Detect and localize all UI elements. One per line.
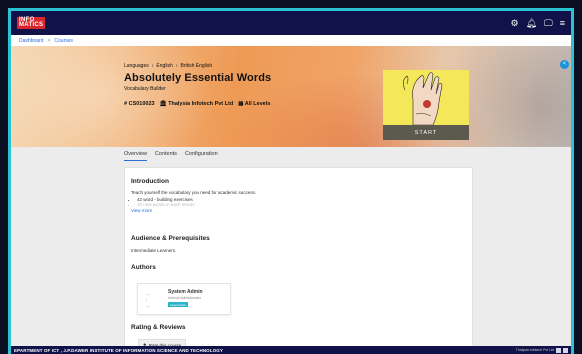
authors-section: Authors bbox=[131, 264, 156, 271]
course-title: Absolutely Essential Words bbox=[124, 72, 272, 84]
gear-icon[interactable]: ⚙ bbox=[511, 18, 519, 29]
level-value: All Levels bbox=[244, 101, 271, 107]
provider-name: Thalysia Infotech Pvt Ltd bbox=[168, 101, 234, 107]
category-british-english[interactable]: British English bbox=[181, 63, 213, 69]
app-window: INFO MATICS ⚙ 🔔︎ 🖵 ≡ Dashboard > Courses… bbox=[8, 8, 574, 354]
introduction-bullets: 42 word - building exercises 10 new word… bbox=[131, 197, 256, 207]
breadcrumb-courses[interactable]: Courses bbox=[54, 38, 73, 44]
author-role: Instruct Administrator bbox=[168, 296, 201, 300]
logo-text: INFO MATICS bbox=[19, 17, 44, 28]
course-hero-banner: Languages › English › British English Ab… bbox=[11, 46, 571, 147]
footer-button[interactable] bbox=[563, 347, 568, 353]
course-level: ▦ All Levels bbox=[238, 101, 270, 107]
category-languages[interactable]: Languages bbox=[124, 63, 149, 69]
view-more-link[interactable]: View more bbox=[131, 208, 256, 213]
overview-panel: Introduction Teach yourself the vocabula… bbox=[124, 167, 473, 354]
start-button[interactable]: START bbox=[383, 125, 469, 140]
introduction-heading: Introduction bbox=[131, 178, 169, 185]
avatar: — ¦ — bbox=[146, 291, 150, 308]
lead-author-badge: Lead Author bbox=[168, 302, 189, 307]
introduction-text: Teach yourself the vocabulary you need f… bbox=[131, 190, 257, 195]
tab-configuration[interactable]: Configuration bbox=[185, 151, 218, 161]
share-icon[interactable]: < bbox=[560, 60, 569, 69]
hash-icon: # bbox=[124, 101, 128, 107]
list-item: 10 new words in each lesson bbox=[137, 202, 256, 207]
course-code: # CS010023 bbox=[124, 101, 155, 107]
footer-right: Thalysia Infotech Pvt Ltd bbox=[515, 347, 568, 353]
start-label: START bbox=[414, 129, 438, 136]
building-icon: 🏛︎ bbox=[159, 101, 167, 107]
course-subtitle: Vocabulary Builder bbox=[124, 86, 166, 92]
audience-heading: Audience & Prerequisites bbox=[131, 235, 210, 242]
author-card[interactable]: — ¦ — System Admin Instruct Administrator … bbox=[137, 283, 231, 315]
authors-heading: Authors bbox=[131, 264, 156, 271]
audience-section: Audience & Prerequisites Intermediate Le… bbox=[131, 235, 210, 253]
course-code-value: CS010023 bbox=[128, 101, 155, 107]
course-tabs: Overview Contents Configuration bbox=[124, 151, 218, 161]
footer-bar: EPARTMENT OF ICT , J.P.DAWER INSTITUTE O… bbox=[11, 346, 571, 354]
brand-logo[interactable]: INFO MATICS bbox=[17, 17, 46, 29]
hand-illustration bbox=[403, 72, 443, 125]
course-thumbnail[interactable]: START bbox=[383, 70, 469, 140]
level-icon: ▦ bbox=[238, 101, 244, 107]
footer-company: Thalysia Infotech Pvt Ltd bbox=[515, 348, 554, 352]
top-navbar: INFO MATICS ⚙ 🔔︎ 🖵 ≡ bbox=[11, 11, 571, 35]
chevron-right-icon: › bbox=[151, 63, 154, 69]
bell-icon[interactable]: 🔔︎ bbox=[526, 18, 537, 29]
introduction-section: Introduction Teach yourself the vocabula… bbox=[131, 178, 256, 213]
course-provider: 🏛︎ Thalysia Infotech Pvt Ltd bbox=[160, 101, 234, 107]
monitor-icon[interactable]: 🖵 bbox=[544, 18, 553, 29]
tab-overview[interactable]: Overview bbox=[124, 151, 147, 161]
breadcrumb-dashboard[interactable]: Dashboard bbox=[19, 38, 43, 44]
audience-text: Intermediate Learners. bbox=[131, 248, 177, 253]
rating-heading: Rating & Reviews bbox=[131, 324, 186, 331]
chevron-right-icon: › bbox=[175, 63, 178, 69]
footer-button[interactable] bbox=[556, 347, 561, 353]
footer-institute: EPARTMENT OF ICT , J.P.DAWER INSTITUTE O… bbox=[14, 347, 223, 353]
breadcrumb-separator: > bbox=[47, 37, 51, 44]
menu-icon[interactable]: ≡ bbox=[560, 18, 565, 28]
author-name: System Admin bbox=[168, 289, 203, 295]
navbar-icons: ⚙ 🔔︎ 🖵 ≡ bbox=[511, 18, 565, 29]
tab-contents[interactable]: Contents bbox=[155, 151, 177, 161]
course-meta: # CS010023 🏛︎ Thalysia Infotech Pvt Ltd … bbox=[124, 101, 271, 107]
category-breadcrumb: Languages › English › British English bbox=[124, 63, 271, 69]
rating-section: Rating & Reviews bbox=[131, 324, 186, 331]
category-english[interactable]: English bbox=[156, 63, 172, 69]
course-header: Languages › English › British English Ab… bbox=[124, 63, 271, 107]
